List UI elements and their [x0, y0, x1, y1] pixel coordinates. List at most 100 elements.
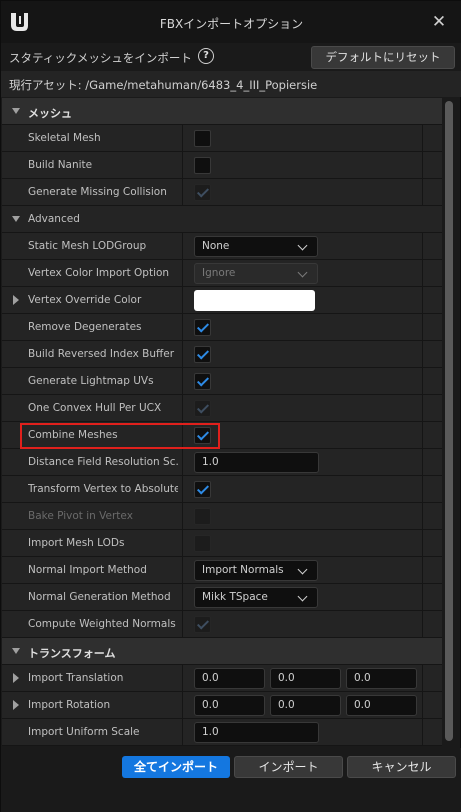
footer-buttons: 全てインポート インポート キャンセル — [1, 748, 461, 812]
expand-arrow-icon[interactable] — [13, 295, 19, 305]
property-label: Import Rotation — [28, 699, 111, 711]
property-label: Remove Degenerates — [28, 321, 142, 333]
current-asset-row: 現行アセット: /Game/metahuman/6483_4_III_Popie… — [1, 71, 461, 97]
collapse-arrow-icon[interactable] — [12, 648, 20, 654]
title-bar: FBXインポートオプション ✕ — [1, 1, 461, 43]
chevron-down-icon — [297, 591, 308, 602]
combine-meshes-checkbox[interactable] — [194, 427, 211, 444]
expand-arrow-icon[interactable] — [13, 673, 19, 683]
category-mesh-label: メッシュ — [28, 107, 72, 120]
property-label: Transform Vertex to Absolute — [28, 483, 178, 495]
property-label: Vertex Override Color — [28, 294, 142, 306]
transform-vertex-to-absolute-checkbox[interactable] — [194, 481, 211, 498]
translation-y-input[interactable]: 0.0 — [270, 668, 341, 689]
category-transform[interactable]: トランスフォーム — [2, 638, 442, 665]
advanced-label: Advanced — [28, 213, 80, 225]
property-compute-weighted-normals: Compute Weighted Normals — [2, 611, 442, 638]
import-button[interactable]: インポート — [234, 756, 343, 778]
property-combine-meshes: Combine Meshes — [2, 422, 442, 449]
property-label: Build Nanite — [28, 159, 93, 171]
property-vertex-override-color: Vertex Override Color — [2, 287, 442, 314]
property-label: One Convex Hull Per UCX — [28, 402, 162, 414]
reset-to-default-button[interactable]: デフォルトにリセット — [311, 46, 455, 69]
normal-import-method-dropdown[interactable]: Import Normals — [194, 560, 318, 581]
bake-pivot-in-vertex-checkbox[interactable] — [194, 508, 211, 525]
property-label: Import Translation — [28, 672, 124, 684]
build-nanite-checkbox[interactable] — [194, 157, 211, 174]
property-grid: メッシュ Skeletal Mesh Build Nanite Generate… — [2, 98, 442, 748]
dropdown-value: Import Normals — [202, 564, 284, 576]
property-normal-generation-method: Normal Generation Method Mikk TSpace — [2, 584, 442, 611]
import-type-header: スタティックメッシュをインポート ? デフォルトにリセット — [1, 43, 461, 71]
close-icon[interactable]: ✕ — [428, 11, 450, 33]
category-mesh[interactable]: メッシュ — [2, 98, 442, 125]
property-label: Generate Missing Collision — [28, 186, 167, 198]
property-label: Bake Pivot in Vertex — [28, 510, 133, 522]
generate-lightmap-uvs-checkbox[interactable] — [194, 373, 211, 390]
collapse-arrow-icon[interactable] — [12, 108, 20, 114]
property-label: Combine Meshes — [28, 429, 118, 441]
expand-arrow-icon[interactable] — [13, 700, 19, 710]
skeletal-mesh-checkbox[interactable] — [194, 130, 211, 147]
property-build-nanite: Build Nanite — [2, 152, 442, 179]
property-label: Vertex Color Import Option — [28, 267, 170, 279]
property-transform-vertex-to-absolute: Transform Vertex to Absolute — [2, 476, 442, 503]
translation-x-input[interactable]: 0.0 — [194, 668, 265, 689]
property-label: Static Mesh LODGroup — [28, 240, 147, 252]
property-bake-pivot-in-vertex: Bake Pivot in Vertex — [2, 503, 442, 530]
dropdown-value: None — [202, 240, 230, 252]
rotation-y-input[interactable]: 0.0 — [270, 695, 341, 716]
dropdown-value: Mikk TSpace — [202, 591, 268, 603]
property-normal-import-method: Normal Import Method Import Normals — [2, 557, 442, 584]
chevron-down-icon — [297, 267, 308, 278]
property-distance-field-resolution-scale: Distance Field Resolution Sc... 1.0 — [2, 449, 442, 476]
cancel-button[interactable]: キャンセル — [347, 756, 456, 778]
scrollbar-thumb[interactable] — [445, 101, 453, 741]
override-color-swatch[interactable] — [194, 290, 315, 311]
import-mesh-lods-checkbox[interactable] — [194, 535, 211, 552]
property-static-mesh-lod-group: Static Mesh LODGroup None — [2, 233, 442, 260]
chevron-down-icon — [297, 240, 308, 251]
dropdown-value: Ignore — [202, 267, 236, 279]
subcategory-advanced[interactable]: Advanced — [2, 206, 442, 233]
uniform-scale-input[interactable]: 1.0 — [194, 722, 319, 743]
property-skeletal-mesh: Skeletal Mesh — [2, 125, 442, 152]
rotation-x-input[interactable]: 0.0 — [194, 695, 265, 716]
vertex-color-import-dropdown[interactable]: Ignore — [194, 263, 318, 284]
property-import-rotation: Import Rotation 0.0 0.0 0.0 — [2, 692, 442, 719]
property-import-uniform-scale: Import Uniform Scale 1.0 — [2, 719, 442, 746]
property-label: Generate Lightmap UVs — [28, 375, 154, 387]
rotation-z-input[interactable]: 0.0 — [346, 695, 417, 716]
help-icon[interactable]: ? — [198, 48, 214, 64]
current-asset-path: 現行アセット: /Game/metahuman/6483_4_III_Popie… — [9, 78, 318, 92]
property-build-reversed-index-buffer: Build Reversed Index Buffer — [2, 341, 442, 368]
window-title: FBXインポートオプション — [159, 17, 304, 31]
fbx-import-options-window: FBXインポートオプション ✕ スタティックメッシュをインポート ? デフォルト… — [0, 0, 461, 812]
build-reversed-index-buffer-checkbox[interactable] — [194, 346, 211, 363]
property-label: Import Mesh LODs — [28, 537, 125, 549]
one-convex-hull-per-ucx-checkbox[interactable] — [194, 400, 211, 417]
property-label: Compute Weighted Normals — [28, 618, 176, 630]
property-remove-degenerates: Remove Degenerates — [2, 314, 442, 341]
property-one-convex-hull-per-ucx: One Convex Hull Per UCX — [2, 395, 442, 422]
import-type-label: スタティックメッシュをインポート — [9, 51, 192, 65]
compute-weighted-normals-checkbox[interactable] — [194, 616, 211, 633]
remove-degenerates-checkbox[interactable] — [194, 319, 211, 336]
property-generate-missing-collision: Generate Missing Collision — [2, 179, 442, 206]
property-label: Import Uniform Scale — [28, 726, 140, 738]
property-label: Distance Field Resolution Sc... — [28, 456, 178, 468]
chevron-down-icon — [297, 564, 308, 575]
property-label: Skeletal Mesh — [28, 132, 101, 144]
property-import-mesh-lods: Import Mesh LODs — [2, 530, 442, 557]
category-transform-label: トランスフォーム — [28, 647, 116, 660]
lod-group-dropdown[interactable]: None — [194, 236, 318, 257]
property-label: Normal Import Method — [28, 564, 147, 576]
translation-z-input[interactable]: 0.0 — [346, 668, 417, 689]
normal-generation-method-dropdown[interactable]: Mikk TSpace — [194, 587, 318, 608]
import-all-button[interactable]: 全てインポート — [122, 756, 230, 778]
generate-missing-collision-checkbox[interactable] — [194, 184, 211, 201]
collapse-arrow-icon[interactable] — [12, 216, 20, 222]
property-generate-lightmap-uvs: Generate Lightmap UVs — [2, 368, 442, 395]
property-vertex-color-import-option: Vertex Color Import Option Ignore — [2, 260, 442, 287]
distance-field-resolution-input[interactable]: 1.0 — [194, 452, 319, 473]
